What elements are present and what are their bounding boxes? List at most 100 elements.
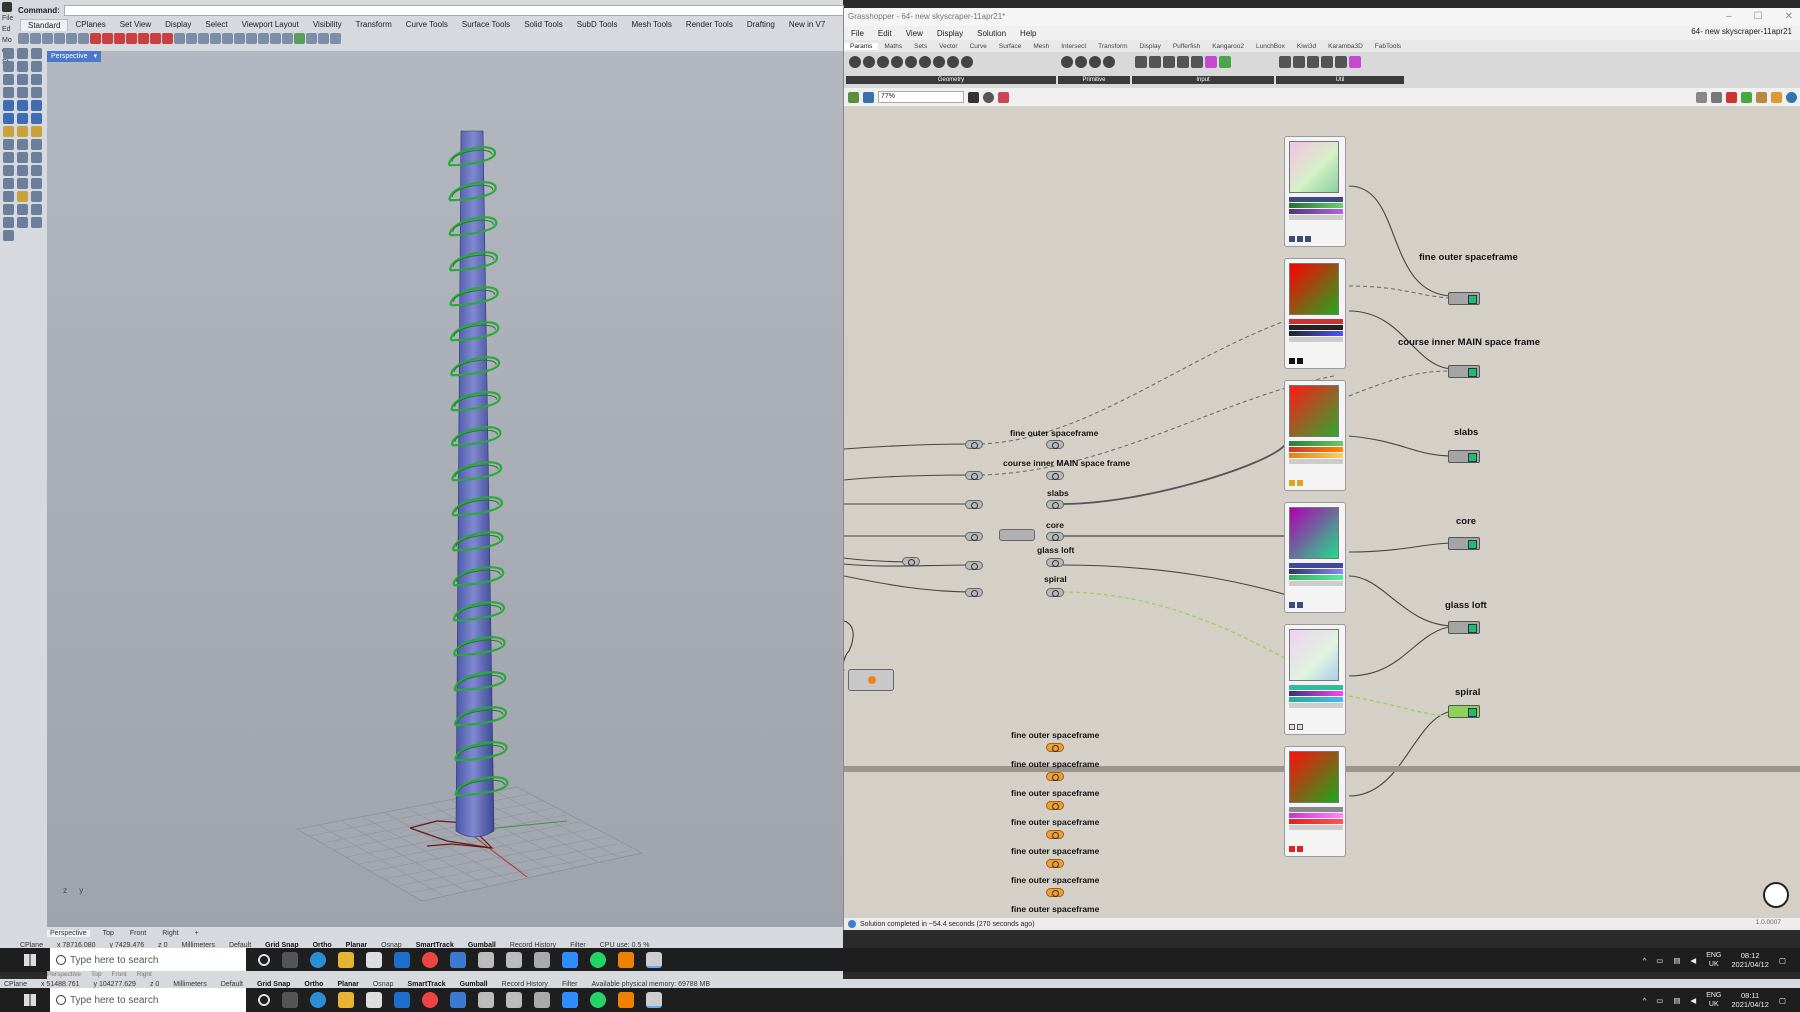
language-indicator[interactable]: ENG UK bbox=[1706, 951, 1721, 969]
rectangle-icon[interactable] bbox=[3, 74, 14, 85]
boolean-int-icon[interactable] bbox=[31, 126, 42, 137]
param-spiral[interactable] bbox=[1046, 588, 1064, 597]
gh-tab-maths[interactable]: Maths bbox=[878, 43, 908, 50]
volume-icon[interactable]: ◀ bbox=[1690, 956, 1696, 965]
polyline-icon[interactable] bbox=[31, 48, 42, 59]
gh-tab-params[interactable]: Params bbox=[844, 42, 879, 50]
status2-record-history[interactable]: Record History bbox=[502, 981, 548, 988]
gh-document-name[interactable]: 64- new skyscraper-11apr21 bbox=[1691, 27, 1792, 36]
cortana-icon[interactable] bbox=[258, 994, 270, 1006]
menu-mo-stub[interactable]: Mo bbox=[2, 37, 13, 44]
tab-surface-tools[interactable]: Surface Tools bbox=[455, 19, 517, 31]
grasshopper-icon[interactable] bbox=[31, 204, 42, 215]
gh-tab-mesh[interactable]: Mesh bbox=[1027, 43, 1055, 50]
zoom-extents-icon[interactable] bbox=[968, 91, 979, 103]
status2-cplane[interactable]: CPlane bbox=[4, 981, 27, 988]
minimize-icon[interactable]: – bbox=[1726, 8, 1732, 26]
show-icon[interactable] bbox=[114, 32, 125, 44]
offset-icon[interactable] bbox=[17, 87, 28, 98]
grasshopper-app-icon[interactable] bbox=[534, 992, 550, 1008]
status2-grid-snap[interactable]: Grid Snap bbox=[257, 981, 290, 988]
cylinder-icon[interactable] bbox=[31, 113, 42, 124]
tray-chevron-icon[interactable]: ^ bbox=[1643, 956, 1647, 965]
preview-wire-icon[interactable] bbox=[1711, 91, 1722, 103]
store-icon[interactable] bbox=[366, 952, 382, 968]
param-icon[interactable] bbox=[933, 56, 945, 68]
zoom-extents-icon[interactable] bbox=[66, 32, 77, 44]
grid-icon[interactable] bbox=[258, 32, 269, 44]
maximize-icon[interactable]: ☐ bbox=[1754, 8, 1763, 26]
param-icon[interactable] bbox=[1321, 56, 1333, 68]
custom-preview-core[interactable] bbox=[1448, 537, 1480, 550]
param-node[interactable] bbox=[965, 500, 983, 509]
gh-menu-solution[interactable]: Solution bbox=[970, 29, 1013, 38]
boolean-diff-icon[interactable] bbox=[17, 126, 28, 137]
tray-icon[interactable]: ▭ bbox=[1656, 996, 1663, 1005]
param-icon[interactable] bbox=[863, 56, 875, 68]
param-icon[interactable] bbox=[947, 56, 959, 68]
param-node[interactable] bbox=[965, 471, 983, 480]
edge-icon[interactable] bbox=[310, 952, 326, 968]
more-tools-icon[interactable] bbox=[3, 230, 14, 241]
viewport-title[interactable]: Perspective ▾ bbox=[47, 51, 102, 62]
param-icon[interactable] bbox=[1075, 56, 1087, 68]
notification-icon[interactable]: ▢ bbox=[1779, 996, 1786, 1005]
param-node[interactable] bbox=[965, 588, 983, 597]
param-icon[interactable] bbox=[905, 56, 917, 68]
file-explorer-icon[interactable] bbox=[338, 952, 354, 968]
swatch-icon[interactable] bbox=[1205, 56, 1217, 68]
param-icon[interactable] bbox=[1177, 56, 1189, 68]
tab-visibility[interactable]: Visibility bbox=[306, 19, 349, 31]
colour-swatch-5[interactable] bbox=[1284, 624, 1346, 735]
arc-icon[interactable] bbox=[31, 61, 42, 72]
custom-preview-slabs[interactable] bbox=[1448, 450, 1480, 463]
preview-shaded-icon[interactable] bbox=[1726, 91, 1737, 103]
param-core[interactable] bbox=[1046, 532, 1064, 541]
viewport-dropdown-icon[interactable]: ▾ bbox=[94, 51, 98, 62]
gradient-icon[interactable] bbox=[1219, 56, 1231, 68]
rhino-icon[interactable] bbox=[506, 952, 522, 968]
gh-menu-file[interactable]: File bbox=[844, 29, 871, 38]
gh-tab-intersect[interactable]: Intersect bbox=[1055, 43, 1092, 50]
param-icon[interactable] bbox=[1135, 56, 1147, 68]
status2-units[interactable]: Millimeters bbox=[173, 981, 206, 988]
vp-tab-perspective[interactable]: Perspective bbox=[47, 929, 90, 937]
edge-icon[interactable] bbox=[310, 992, 326, 1008]
history-icon[interactable] bbox=[306, 32, 317, 44]
zoom-icon[interactable] bbox=[42, 32, 53, 44]
zoom-app-icon[interactable] bbox=[562, 992, 578, 1008]
hand-icon[interactable] bbox=[18, 32, 29, 44]
gh-menu-edit[interactable]: Edit bbox=[871, 29, 899, 38]
analyze-icon[interactable] bbox=[3, 204, 14, 215]
preview-color-icon[interactable] bbox=[1771, 91, 1782, 103]
custom-preview-spiral[interactable] bbox=[1448, 705, 1480, 718]
rhino-active-icon[interactable] bbox=[646, 992, 662, 1008]
chrome-icon[interactable] bbox=[422, 992, 438, 1008]
tab-subd-tools[interactable]: SubD Tools bbox=[570, 19, 625, 31]
select-icon[interactable] bbox=[3, 48, 14, 59]
perspective-viewport[interactable]: z y bbox=[47, 51, 843, 927]
extend-icon[interactable] bbox=[31, 87, 42, 98]
sphere-icon[interactable] bbox=[17, 113, 28, 124]
param-glass-loft[interactable] bbox=[1046, 558, 1064, 567]
param-icon[interactable] bbox=[1089, 56, 1101, 68]
clock[interactable]: 08:12 2021/04/12 bbox=[1731, 951, 1769, 969]
param-icon[interactable] bbox=[849, 56, 861, 68]
properties-icon[interactable] bbox=[17, 217, 28, 228]
param-icon[interactable] bbox=[1307, 56, 1319, 68]
extrude-icon[interactable] bbox=[31, 139, 42, 150]
relay-component[interactable] bbox=[999, 529, 1035, 541]
gh-tab-vector[interactable]: Vector bbox=[933, 43, 963, 50]
tab-drafting[interactable]: Drafting bbox=[740, 19, 782, 31]
zoom-window-icon[interactable] bbox=[54, 32, 65, 44]
tab-cplanes[interactable]: CPlanes bbox=[68, 19, 112, 31]
rhino-icon[interactable] bbox=[506, 992, 522, 1008]
gh-tab-pufferfish[interactable]: Pufferfish bbox=[1167, 43, 1206, 50]
tray-chevron-icon[interactable]: ^ bbox=[1643, 996, 1647, 1005]
gh-tab-sets[interactable]: Sets bbox=[908, 43, 933, 50]
gh-tab-lunchbox[interactable]: LunchBox bbox=[1250, 43, 1291, 50]
menu-file[interactable]: File bbox=[2, 15, 13, 22]
param-icon[interactable] bbox=[891, 56, 903, 68]
named-view-icon[interactable] bbox=[31, 217, 42, 228]
move-icon[interactable] bbox=[3, 152, 14, 163]
